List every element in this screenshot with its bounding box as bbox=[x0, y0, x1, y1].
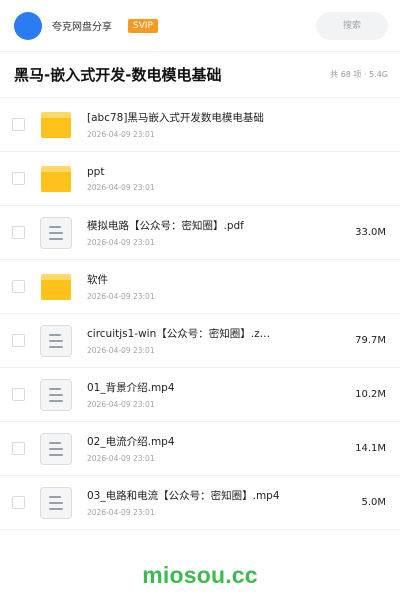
file-name[interactable]: 软件 bbox=[87, 272, 287, 287]
folder-icon-shape bbox=[41, 273, 71, 300]
share-meta: 共 68 项 · 5.4G bbox=[330, 70, 388, 79]
file-info: 03_电路和电流【公众号：密知圈】.mp4 2026-04-09 23:01 bbox=[87, 488, 334, 517]
folder-icon-shape bbox=[41, 111, 71, 138]
file-row[interactable]: 02_电流介绍.mp4 2026-04-09 23:01 14.1M bbox=[0, 422, 400, 476]
document-icon bbox=[39, 378, 73, 412]
file-row[interactable]: 模拟电路【公众号：密知圈】.pdf 2026-04-09 23:01 33.0M bbox=[0, 206, 400, 260]
row-checkbox[interactable] bbox=[12, 172, 25, 185]
file-info: 01_背景介绍.mp4 2026-04-09 23:01 bbox=[87, 380, 334, 409]
file-row[interactable]: circuitjs1-win【公众号：密知圈】.z… 2026-04-09 23… bbox=[0, 314, 400, 368]
document-icon-shape bbox=[40, 216, 72, 249]
document-icon-shape bbox=[40, 324, 72, 357]
watermark: miosou.cc bbox=[142, 562, 258, 588]
file-date: 2026-04-09 23:01 bbox=[87, 292, 155, 301]
row-checkbox[interactable] bbox=[12, 334, 25, 347]
document-icon-shape bbox=[40, 486, 72, 519]
share-title-bar: 黑马-嵌入式开发-数电模电基础 共 68 项 · 5.4G bbox=[0, 52, 400, 98]
file-list: [abc78]黑马嵌入式开发数电模电基础 2026-04-09 23:01 pp… bbox=[0, 98, 400, 530]
file-row[interactable]: 01_背景介绍.mp4 2026-04-09 23:01 10.2M bbox=[0, 368, 400, 422]
file-date: 2026-04-09 23:01 bbox=[87, 130, 155, 139]
row-checkbox[interactable] bbox=[12, 442, 25, 455]
file-info: circuitjs1-win【公众号：密知圈】.z… 2026-04-09 23… bbox=[87, 326, 334, 355]
file-date: 2026-04-09 23:01 bbox=[87, 182, 155, 192]
document-icon-shape bbox=[40, 432, 72, 465]
folder-icon-shape bbox=[41, 165, 71, 192]
file-date: 2026-04-09 23:01 bbox=[87, 400, 155, 409]
file-size: 33.0M bbox=[355, 227, 386, 238]
document-icon bbox=[39, 324, 73, 358]
folder-icon bbox=[39, 162, 73, 196]
file-row[interactable]: 03_电路和电流【公众号：密知圈】.mp4 2026-04-09 23:01 5… bbox=[0, 476, 400, 530]
file-name[interactable]: [abc78]黑马嵌入式开发数电模电基础 bbox=[87, 110, 287, 125]
file-date: 2026-04-09 23:01 bbox=[87, 508, 155, 517]
svip-badge: SVIP bbox=[128, 18, 158, 33]
document-icon bbox=[39, 486, 73, 520]
row-checkbox[interactable] bbox=[12, 118, 25, 131]
file-row[interactable]: ppt 2026-04-09 23:01 bbox=[0, 152, 400, 206]
row-checkbox[interactable] bbox=[12, 280, 25, 293]
file-row[interactable]: 软件 2026-04-09 23:01 bbox=[0, 260, 400, 314]
file-name[interactable]: 03_电路和电流【公众号：密知圈】.mp4 bbox=[87, 488, 287, 503]
file-info: ppt 2026-04-09 23:01 bbox=[87, 166, 334, 192]
brand-label: 夸克网盘分享 bbox=[52, 22, 112, 33]
file-name[interactable]: 02_电流介绍.mp4 bbox=[87, 434, 287, 449]
search-input[interactable] bbox=[316, 11, 388, 40]
avatar[interactable] bbox=[14, 11, 42, 40]
file-name[interactable]: ppt bbox=[87, 166, 287, 178]
file-size: 79.7M bbox=[355, 335, 386, 346]
file-name[interactable]: 01_背景介绍.mp4 bbox=[87, 380, 287, 395]
file-size: 5.0M bbox=[361, 497, 386, 508]
folder-icon bbox=[39, 108, 73, 142]
file-size: 14.1M bbox=[355, 443, 386, 454]
file-info: [abc78]黑马嵌入式开发数电模电基础 2026-04-09 23:01 bbox=[87, 110, 334, 139]
document-icon-shape bbox=[40, 378, 72, 411]
row-checkbox[interactable] bbox=[12, 496, 25, 509]
file-info: 软件 2026-04-09 23:01 bbox=[87, 272, 334, 301]
file-size: 10.2M bbox=[355, 389, 386, 400]
file-info: 02_电流介绍.mp4 2026-04-09 23:01 bbox=[87, 434, 334, 463]
file-name[interactable]: 模拟电路【公众号：密知圈】.pdf bbox=[87, 218, 287, 233]
file-name[interactable]: circuitjs1-win【公众号：密知圈】.z… bbox=[87, 326, 287, 341]
document-icon bbox=[39, 216, 73, 250]
top-header: 夸克网盘分享 SVIP bbox=[0, 0, 400, 52]
row-checkbox[interactable] bbox=[12, 226, 25, 239]
document-icon bbox=[39, 432, 73, 466]
row-checkbox[interactable] bbox=[12, 388, 25, 401]
page-title: 黑马-嵌入式开发-数电模电基础 bbox=[14, 66, 222, 84]
file-row[interactable]: [abc78]黑马嵌入式开发数电模电基础 2026-04-09 23:01 bbox=[0, 98, 400, 152]
file-date: 2026-04-09 23:01 bbox=[87, 454, 155, 463]
file-date: 2026-04-09 23:01 bbox=[87, 238, 155, 247]
folder-icon bbox=[39, 270, 73, 304]
file-info: 模拟电路【公众号：密知圈】.pdf 2026-04-09 23:01 bbox=[87, 218, 334, 247]
file-date: 2026-04-09 23:01 bbox=[87, 346, 155, 355]
